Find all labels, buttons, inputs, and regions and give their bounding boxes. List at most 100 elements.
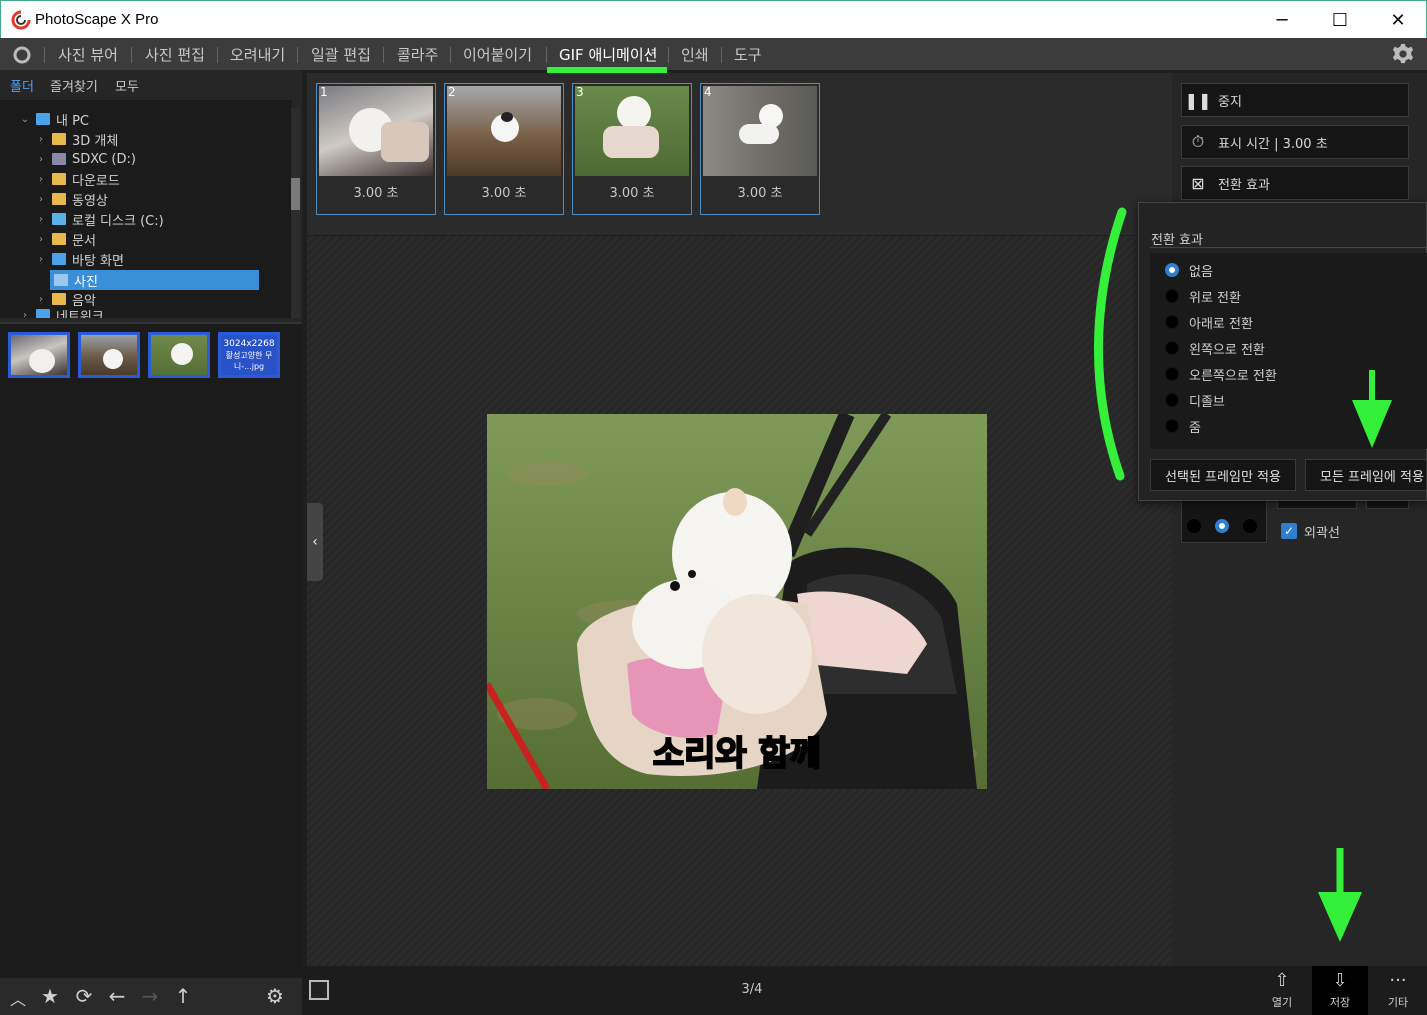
frame-item[interactable]: 2 3.00 초 [444, 83, 564, 215]
tree-item-documents[interactable]: › 문서 [34, 229, 96, 249]
frame-item[interactable]: 1 3.00 초 [316, 83, 436, 215]
tab-favorites[interactable]: 즐겨찾기 [50, 76, 98, 95]
menu-cut-out[interactable]: 오려내기 [230, 44, 285, 65]
settings-gear-icon[interactable] [1392, 43, 1414, 65]
transition-option-dissolve[interactable]: 디졸브 [1165, 390, 1225, 410]
chevron-up-icon[interactable]: ︿ [6, 986, 30, 1010]
tree-item-videos[interactable]: › 동영상 [34, 189, 108, 209]
tree-item-local-disk[interactable]: › 로컬 디스크 (C:) [34, 209, 164, 229]
pc-icon [36, 113, 50, 125]
apply-all-frames-button[interactable]: 모든 프레임에 적용 [1305, 459, 1427, 491]
transition-option-none[interactable]: 없음 [1165, 260, 1213, 280]
page-indicator: 3/4 [741, 982, 763, 997]
transition-option-left[interactable]: 왼쪽으로 전환 [1165, 338, 1265, 358]
tree-item-music[interactable]: › 음악 [34, 289, 96, 309]
tree-scrollbar-thumb[interactable] [291, 178, 300, 210]
tree-item-downloads[interactable]: › 다운로드 [34, 169, 120, 189]
thumbnail-area [0, 322, 302, 967]
display-time-button[interactable]: ⏱ 표시 시간 | 3.00 초 [1181, 125, 1409, 159]
window-title: PhotoScape X Pro [35, 11, 159, 28]
collapse-panel-button[interactable]: ‹ [307, 503, 323, 581]
folder-icon [52, 133, 66, 145]
tree-item-3d[interactable]: › 3D 개체 [34, 129, 118, 149]
menu-combine[interactable]: 이어붙이기 [463, 44, 532, 65]
tree-item-desktop[interactable]: › 바탕 화면 [34, 249, 124, 269]
menu-photo-viewer[interactable]: 사진 뷰어 [58, 44, 118, 65]
frame-image [447, 86, 561, 176]
star-icon[interactable]: ★ [38, 984, 62, 1008]
thumbnail-3[interactable] [148, 332, 210, 378]
tree-item-pictures[interactable]: 사진 [50, 270, 259, 290]
frame-image [575, 86, 689, 176]
menu-photo-editor[interactable]: 사진 편집 [145, 44, 205, 65]
transition-option-up[interactable]: 위로 전환 [1165, 286, 1241, 306]
more-dots-icon: ··· [1389, 970, 1407, 991]
folder-icon [52, 233, 66, 245]
thumbnail-4[interactable]: 3024x2268 활성고양한 무니-...jpg [218, 332, 280, 378]
more-button[interactable]: ··· 기타 [1370, 966, 1426, 1015]
folder-icon [52, 293, 66, 305]
radio-icon [1165, 315, 1179, 329]
transition-option-right[interactable]: 오른쪽으로 전환 [1165, 364, 1277, 384]
position-dot-selected[interactable] [1215, 519, 1229, 533]
upload-icon: ⇧ [1274, 970, 1290, 991]
transition-option-down[interactable]: 아래로 전환 [1165, 312, 1253, 332]
position-dot[interactable] [1187, 519, 1201, 533]
checkmark-icon: ✓ [1283, 524, 1295, 538]
radio-icon [1165, 419, 1179, 433]
outline-label: 외곽선 [1304, 526, 1340, 541]
tab-all[interactable]: 모두 [115, 76, 139, 95]
apply-selected-frames-button[interactable]: 선택된 프레임만 적용 [1150, 459, 1296, 491]
position-dot[interactable] [1243, 519, 1257, 533]
refresh-icon[interactable]: ⟳ [72, 984, 96, 1008]
tree-item-sdxc[interactable]: › SDXC (D:) [34, 149, 136, 169]
app-home-icon[interactable] [12, 45, 32, 65]
save-button[interactable]: ⇩ 저장 [1312, 966, 1368, 1015]
folder-icon [54, 274, 68, 286]
tab-folder[interactable]: 폴더 [10, 76, 34, 95]
forward-arrow-icon[interactable]: → [138, 984, 162, 1008]
menu-batch-edit[interactable]: 일괄 편집 [311, 44, 371, 65]
frame-item[interactable]: 4 3.00 초 [700, 83, 820, 215]
menu-bar: 사진 뷰어 사진 편집 오려내기 일괄 편집 콜라주 이어붙이기 GIF 애니메… [0, 38, 1427, 70]
maximize-button[interactable]: ☐ [1311, 1, 1369, 39]
frame-item[interactable]: 3 3.00 초 [572, 83, 692, 215]
frame-image [703, 86, 817, 176]
thumbnail-1[interactable] [8, 332, 70, 378]
transition-icon: ⊠ [1191, 173, 1205, 193]
stop-button[interactable]: ❚❚ 중지 [1181, 83, 1409, 117]
radio-icon [1165, 367, 1179, 381]
title-bar: PhotoScape X Pro ─ ☐ ✕ [0, 0, 1427, 38]
pause-icon: ❚❚ [1184, 90, 1212, 110]
settings-gear-icon[interactable]: ⚙ [263, 984, 287, 1008]
frame-duration: 3.00 초 [609, 186, 655, 201]
close-button[interactable]: ✕ [1369, 1, 1427, 39]
outline-checkbox[interactable]: ✓ [1281, 523, 1297, 539]
radio-icon [1165, 393, 1179, 407]
minimize-button[interactable]: ─ [1253, 1, 1311, 39]
folder-icon [52, 173, 66, 185]
menu-tools[interactable]: 도구 [734, 44, 762, 65]
open-button[interactable]: ⇧ 열기 [1254, 966, 1310, 1015]
menu-collage[interactable]: 콜라주 [397, 44, 438, 65]
chevron-left-icon: ‹ [312, 534, 318, 550]
thumbnail-2[interactable] [78, 332, 140, 378]
download-icon: ⇩ [1332, 970, 1348, 991]
radio-icon [1165, 289, 1179, 303]
fit-view-icon[interactable] [309, 980, 329, 1000]
transition-effect-button[interactable]: ⊠ 전환 효과 [1181, 166, 1409, 200]
folder-tree: ⌄ 내 PC › 3D 개체 › SDXC (D:) › 다운로드 › 동영상 › 로컬 디… [0, 100, 292, 318]
menu-gif-animation[interactable]: GIF 애니메이션 [559, 44, 657, 65]
folder-icon [52, 193, 66, 205]
folder-icon [52, 253, 66, 265]
up-arrow-icon[interactable]: ↑ [171, 984, 195, 1008]
network-icon [36, 309, 50, 318]
back-arrow-icon[interactable]: ← [105, 984, 129, 1008]
menu-print[interactable]: 인쇄 [681, 44, 709, 65]
radio-icon [1165, 341, 1179, 355]
tree-item-network[interactable]: › 네트워크 [18, 309, 104, 318]
tree-item-my-pc[interactable]: ⌄ 내 PC [18, 109, 89, 129]
transition-option-zoom[interactable]: 줌 [1165, 416, 1201, 436]
tree-scrollbar[interactable] [291, 108, 300, 318]
drive-icon [52, 213, 66, 225]
